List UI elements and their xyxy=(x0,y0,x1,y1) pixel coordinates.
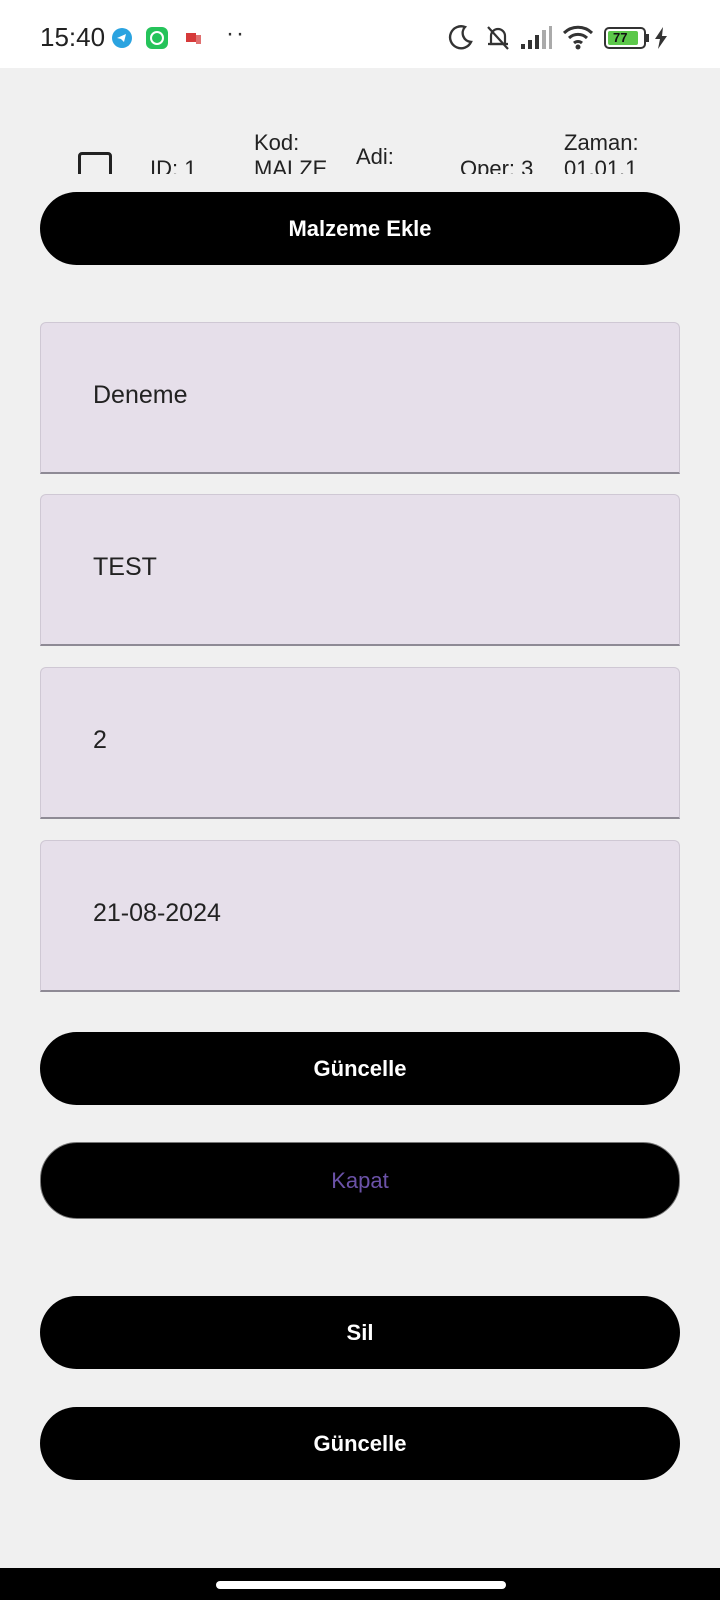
status-time: 15:40 xyxy=(40,22,106,52)
status-overflow: ·· xyxy=(226,20,246,47)
charging-icon xyxy=(654,27,668,54)
date-field[interactable] xyxy=(93,899,653,928)
item-checkbox[interactable] xyxy=(78,152,112,174)
code-field-container xyxy=(40,494,680,646)
name-field[interactable] xyxy=(93,381,653,410)
battery-level: 77 xyxy=(613,30,628,45)
notification-flag-icon xyxy=(186,32,202,50)
wifi-icon xyxy=(562,24,594,55)
signal-icon xyxy=(520,26,552,55)
battery-icon: 77 xyxy=(604,27,650,49)
item-kod-label: Kod: xyxy=(254,130,300,155)
add-material-button[interactable]: Malzeme Ekle xyxy=(40,192,680,265)
item-zaman-value: 01.01.1 xyxy=(564,156,638,175)
operation-field-container xyxy=(40,667,680,819)
status-bar: 15:40 ·· 77 xyxy=(0,0,720,68)
delete-button[interactable]: Sil xyxy=(40,1296,680,1369)
whatsapp-icon xyxy=(146,27,168,54)
home-handle[interactable] xyxy=(216,1581,506,1589)
close-button[interactable]: Kapat xyxy=(40,1142,680,1219)
moon-icon xyxy=(448,24,474,55)
material-list-item[interactable]: ID: 1 Kod: MALZE Adi: Oper: 3 Zaman: 01.… xyxy=(0,125,720,174)
update-button[interactable]: Güncelle xyxy=(40,1032,680,1105)
name-field-container xyxy=(40,322,680,474)
item-oper: Oper: 3 xyxy=(460,156,534,175)
item-kod-value: MALZE xyxy=(254,156,328,175)
update-bottom-button[interactable]: Güncelle xyxy=(40,1407,680,1480)
code-field[interactable] xyxy=(93,553,653,582)
bell-off-icon xyxy=(484,24,512,57)
operation-field[interactable] xyxy=(93,726,653,755)
item-zaman-label: Zaman: xyxy=(564,130,639,155)
telegram-icon xyxy=(112,28,132,53)
item-adi-label: Adi: xyxy=(356,144,394,169)
navigation-bar xyxy=(0,1568,720,1600)
date-field-container xyxy=(40,840,680,992)
item-id: ID: 1 xyxy=(150,156,197,175)
